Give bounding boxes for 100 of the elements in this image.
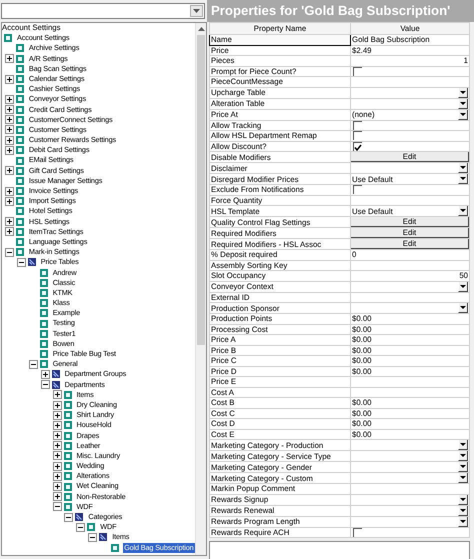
- collapse-icon[interactable]: [76, 522, 86, 532]
- square-icon: [16, 44, 24, 52]
- expand-icon[interactable]: [4, 74, 14, 84]
- expand-icon[interactable]: [4, 115, 14, 124]
- square-icon: [16, 156, 24, 165]
- square-icon: [111, 544, 120, 552]
- dropdown-arrow-icon: [460, 454, 466, 457]
- square-icon: [40, 320, 48, 328]
- square-icon: [64, 411, 72, 420]
- square-icon: [16, 116, 24, 124]
- square-icon: [40, 268, 48, 277]
- square-icon: [16, 64, 24, 73]
- scrollbar[interactable]: [195, 23, 206, 555]
- collapse-icon[interactable]: [64, 512, 74, 522]
- checkbox[interactable]: [353, 131, 362, 140]
- square-icon: [16, 54, 24, 63]
- scroll-up-icon: [198, 27, 204, 31]
- expand-icon[interactable]: [52, 390, 62, 400]
- panel-title: Properties for 'Gold Bag Subscription': [207, 0, 474, 22]
- value-cell[interactable]: [350, 76, 470, 87]
- square-icon: [16, 146, 24, 154]
- expand-icon[interactable]: [4, 125, 14, 134]
- collapse-icon[interactable]: [52, 502, 62, 512]
- square-icon: [16, 187, 24, 196]
- folder-icon: [52, 370, 60, 378]
- expand-icon[interactable]: [52, 492, 62, 502]
- dropdown-arrow-icon: [460, 90, 466, 94]
- square-icon: [16, 238, 24, 246]
- expand-icon[interactable]: [4, 217, 14, 226]
- square-icon: [40, 299, 48, 308]
- value-cell[interactable]: [350, 484, 470, 494]
- dropdown-arrow-icon: [460, 112, 466, 116]
- expand-icon[interactable]: [52, 441, 62, 450]
- square-icon: [40, 288, 48, 297]
- collapse-icon[interactable]: [16, 258, 26, 267]
- expand-icon[interactable]: [52, 472, 62, 481]
- square-icon: [16, 176, 24, 185]
- square-icon: [16, 136, 24, 144]
- expand-icon[interactable]: [52, 420, 62, 430]
- folder-icon: [99, 533, 108, 542]
- expand-icon[interactable]: [4, 186, 14, 196]
- square-icon: [64, 482, 72, 491]
- expand-icon[interactable]: [52, 400, 62, 410]
- collapse-icon[interactable]: [28, 360, 38, 369]
- expand-icon[interactable]: [52, 482, 62, 492]
- expand-icon[interactable]: [40, 370, 50, 379]
- square-icon: [40, 340, 48, 348]
- square-icon: [40, 360, 48, 368]
- square-icon: [16, 75, 24, 84]
- expand-icon[interactable]: [4, 166, 14, 176]
- folder-icon: [28, 258, 36, 266]
- dropdown-arrow-icon: [460, 520, 466, 522]
- expand-icon[interactable]: [4, 146, 14, 155]
- square-icon: [87, 523, 96, 532]
- square-icon: [64, 492, 72, 501]
- square-icon: [16, 207, 24, 216]
- expand-icon[interactable]: [4, 196, 14, 206]
- folder-icon: [75, 513, 84, 522]
- collapse-icon[interactable]: [4, 248, 14, 257]
- square-icon: [16, 95, 24, 104]
- expand-icon[interactable]: [52, 431, 62, 440]
- checkbox[interactable]: [353, 185, 362, 194]
- dropdown-arrow-icon: [193, 9, 200, 13]
- square-icon: [4, 34, 12, 42]
- dropdown-arrow-icon: [460, 443, 466, 446]
- square-icon: [40, 278, 48, 287]
- expand-icon[interactable]: [52, 451, 62, 460]
- dropdown-arrow-icon: [460, 166, 466, 169]
- dropdown-arrow-icon: [460, 306, 466, 309]
- square-icon: [64, 421, 72, 430]
- expand-icon[interactable]: [52, 462, 62, 471]
- selector-combo[interactable]: [1, 3, 205, 19]
- square-icon: [64, 472, 72, 480]
- square-icon: [16, 248, 24, 256]
- square-icon: [16, 228, 24, 236]
- dropdown-arrow-icon: [460, 177, 466, 180]
- collapse-icon[interactable]: [88, 532, 98, 542]
- dropdown-arrow-icon: [460, 465, 466, 468]
- expand-icon[interactable]: [4, 136, 14, 145]
- expand-icon[interactable]: [4, 54, 14, 64]
- expand-icon[interactable]: [4, 94, 14, 104]
- value-cell[interactable]: [350, 387, 470, 398]
- folder-icon: [52, 380, 60, 389]
- value-cell[interactable]: [350, 292, 470, 302]
- square-icon: [16, 197, 24, 206]
- square-icon: [64, 432, 72, 440]
- dropdown-arrow-icon: [460, 102, 466, 104]
- square-icon: [16, 85, 24, 94]
- expand-icon[interactable]: [4, 105, 14, 114]
- square-icon: [64, 502, 72, 511]
- square-icon: [40, 330, 48, 338]
- square-icon: [64, 390, 72, 399]
- square-icon: [64, 442, 72, 450]
- value-cell[interactable]: [350, 260, 470, 270]
- value-cell[interactable]: [350, 195, 470, 206]
- expand-icon[interactable]: [4, 227, 14, 236]
- square-icon: [64, 462, 72, 470]
- collapse-icon[interactable]: [40, 380, 50, 390]
- expand-icon[interactable]: [52, 410, 62, 420]
- value-cell[interactable]: [350, 376, 470, 387]
